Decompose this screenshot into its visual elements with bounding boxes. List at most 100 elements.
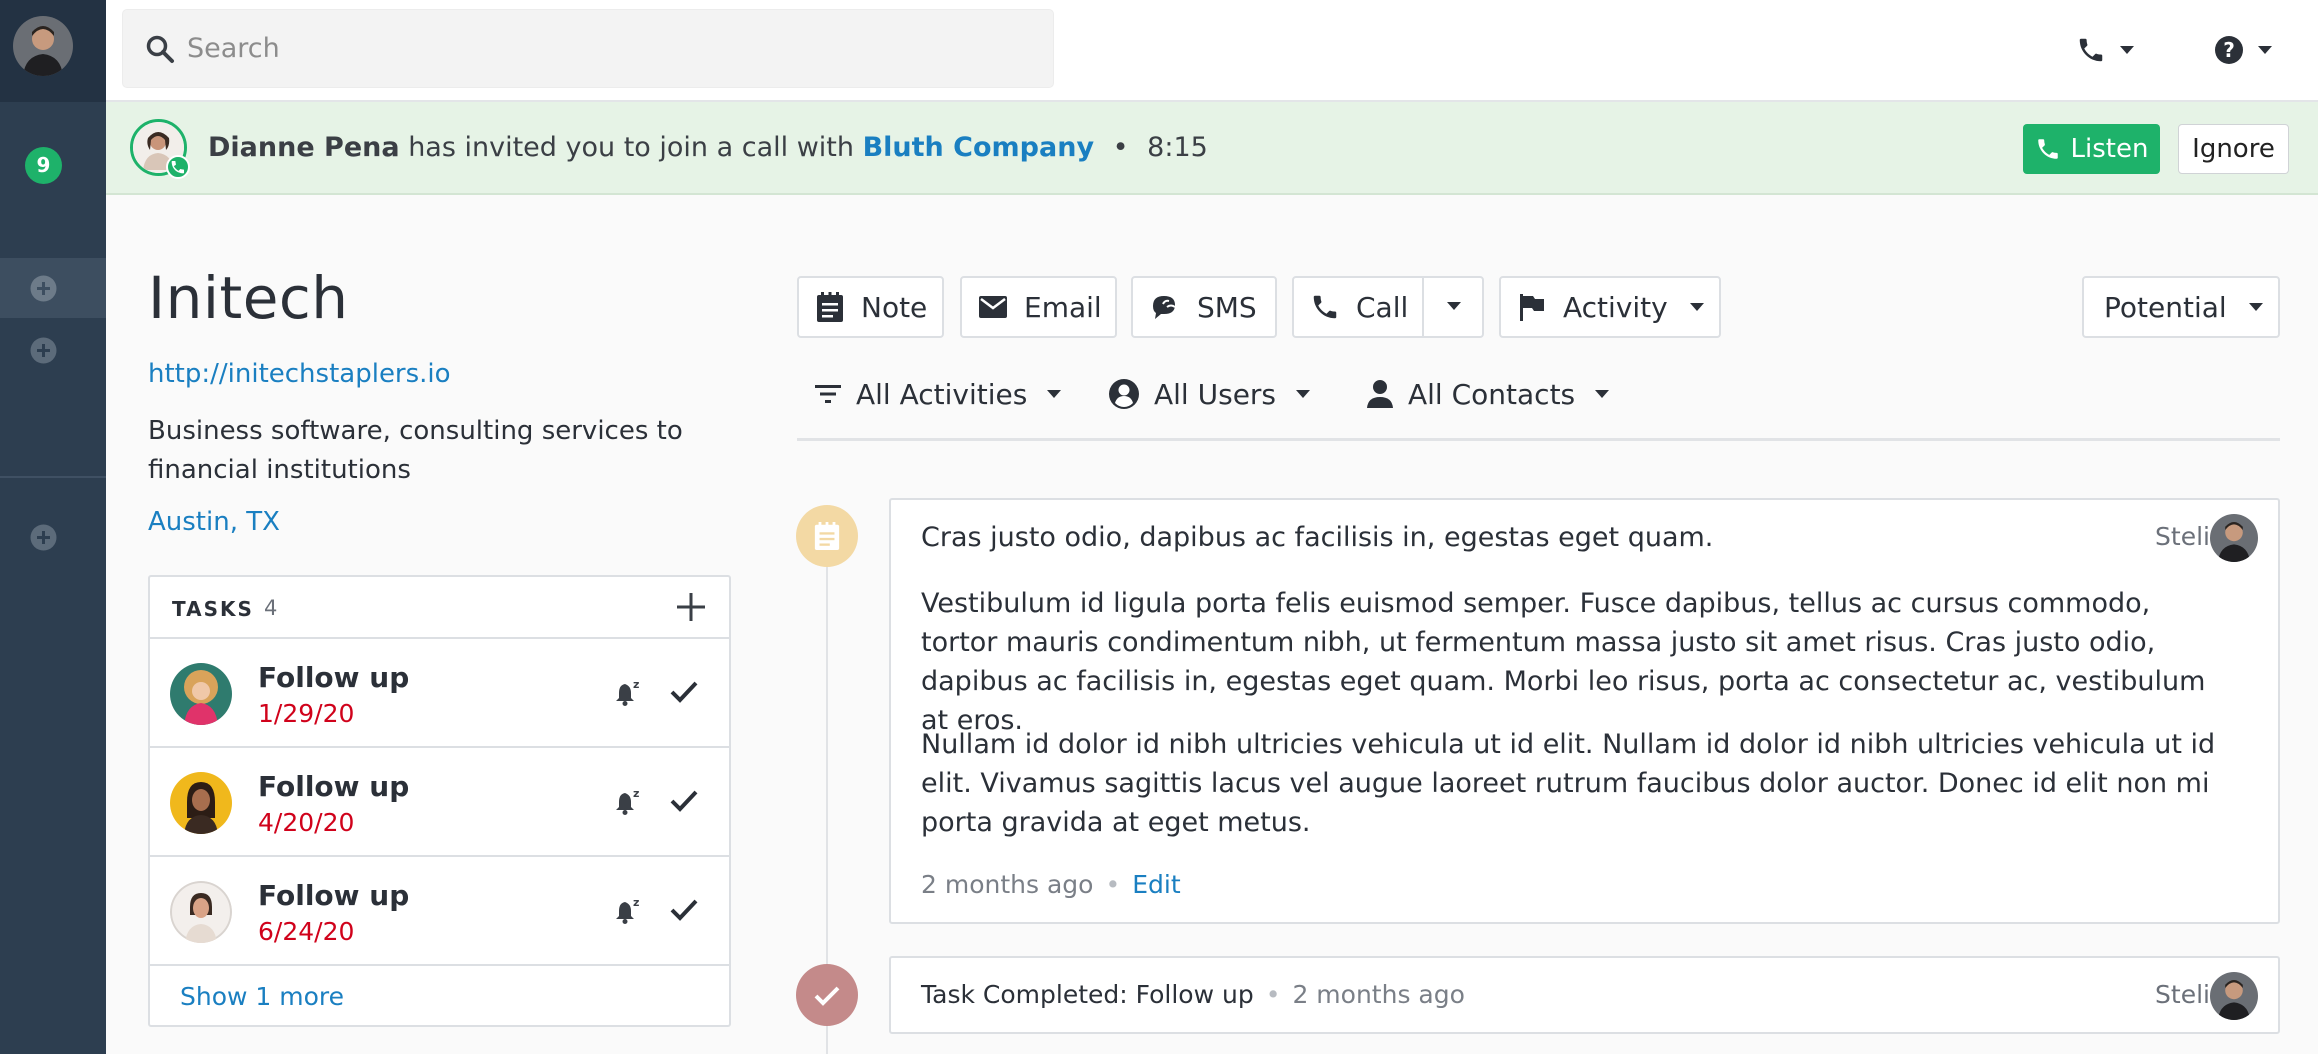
add-circle-icon[interactable] bbox=[29, 336, 58, 365]
task-row[interactable]: Follow up 6/24/20 z bbox=[150, 857, 729, 966]
task-completed-time: 2 months ago bbox=[1292, 980, 1465, 1009]
task-completed-card[interactable]: Task Completed: Follow up • 2 months ago S… bbox=[889, 956, 2280, 1034]
note-title: Cras justo odio, dapibus ac facilisis in… bbox=[921, 522, 1714, 553]
caller-name[interactable]: Dianne Pena bbox=[208, 132, 400, 163]
phone-icon bbox=[1313, 295, 1337, 319]
separator-dot: • bbox=[1112, 132, 1129, 163]
timeline-task-marker bbox=[796, 964, 858, 1026]
snooze-bell-icon[interactable]: z bbox=[612, 895, 642, 925]
chevron-down-icon bbox=[1296, 390, 1311, 398]
chevron-down-icon[interactable] bbox=[1447, 302, 1461, 310]
chevron-down-icon bbox=[2258, 46, 2272, 54]
task-row[interactable]: Follow up 1/29/20 z bbox=[150, 639, 729, 748]
flag-icon bbox=[1520, 294, 1544, 321]
listen-label: Listen bbox=[2070, 134, 2149, 164]
task-title[interactable]: Follow up bbox=[258, 661, 409, 694]
lead-url-link[interactable]: http://initechstaplers.io bbox=[148, 359, 451, 389]
task-due-date: 1/29/20 bbox=[258, 699, 355, 728]
note-button[interactable]: Note bbox=[797, 276, 944, 338]
timeline-note-marker bbox=[796, 505, 858, 567]
note-icon bbox=[817, 292, 843, 322]
task-title[interactable]: Follow up bbox=[258, 879, 409, 912]
call-duration: 8:15 bbox=[1147, 132, 1208, 163]
phone-icon bbox=[2037, 139, 2058, 159]
note-body-paragraph: Nullam id dolor id nibh ultricies vehicu… bbox=[921, 729, 2216, 838]
task-author: Steli bbox=[2155, 980, 2210, 1009]
lead-description: Business software, consulting services t… bbox=[148, 416, 683, 485]
edit-note-link[interactable]: Edit bbox=[1132, 870, 1180, 899]
status-label: Potential bbox=[2104, 290, 2227, 324]
sidebar-header bbox=[0, 0, 106, 102]
users-filter[interactable]: All Users bbox=[1108, 372, 1311, 416]
listen-button[interactable]: Listen bbox=[2023, 124, 2160, 174]
note-author: Steli bbox=[2155, 522, 2210, 551]
svg-text:z: z bbox=[633, 787, 639, 800]
company-link[interactable]: Bluth Company bbox=[863, 132, 1094, 163]
add-circle-icon[interactable] bbox=[29, 274, 58, 303]
person-icon bbox=[1367, 380, 1393, 408]
separator-dot: • bbox=[1265, 980, 1281, 1009]
task-completed-label: Task Completed: Follow up bbox=[921, 980, 1254, 1009]
filter-icon bbox=[815, 385, 841, 403]
users-filter-label: All Users bbox=[1154, 377, 1277, 411]
sidebar: 9 bbox=[0, 0, 106, 1054]
activity-button[interactable]: Activity bbox=[1499, 276, 1721, 338]
activity-label: Activity bbox=[1563, 290, 1668, 324]
task-row[interactable]: Follow up 4/20/20 z bbox=[150, 748, 729, 857]
sms-button[interactable]: SMS bbox=[1131, 276, 1277, 338]
plus-icon bbox=[677, 593, 705, 621]
chevron-down-icon bbox=[1595, 390, 1610, 398]
contacts-filter[interactable]: All Contacts bbox=[1366, 372, 1610, 416]
task-assignee-avatar bbox=[170, 663, 232, 725]
note-icon bbox=[814, 522, 840, 550]
snooze-bell-icon[interactable]: z bbox=[612, 786, 642, 816]
phone-menu-button[interactable] bbox=[2076, 28, 2134, 72]
search-box bbox=[122, 9, 1054, 88]
chevron-down-icon bbox=[1047, 390, 1062, 398]
phone-status-icon bbox=[166, 155, 190, 179]
add-task-button[interactable] bbox=[675, 591, 707, 623]
call-button[interactable]: Call bbox=[1292, 276, 1484, 338]
chevron-down-icon bbox=[1689, 303, 1704, 311]
complete-check-icon[interactable] bbox=[670, 788, 698, 812]
note-meta: 2 months ago • Edit bbox=[921, 870, 1181, 899]
help-menu-button[interactable]: ? bbox=[2214, 28, 2272, 72]
sms-icon bbox=[1153, 296, 1176, 319]
complete-check-icon[interactable] bbox=[670, 679, 698, 703]
task-title[interactable]: Follow up bbox=[258, 770, 409, 803]
tasks-panel: TASKS 4 Follow up 1/29/20 z Follow up 4/… bbox=[148, 575, 731, 1027]
filter-divider bbox=[797, 438, 2280, 441]
call-invite-message: Dianne Pena has invited you to join a ca… bbox=[208, 130, 1208, 166]
task-due-date: 4/20/20 bbox=[258, 808, 355, 837]
activities-filter-label: All Activities bbox=[856, 377, 1028, 411]
search-input[interactable] bbox=[187, 10, 1027, 87]
email-icon bbox=[979, 296, 1007, 318]
note-time: 2 months ago bbox=[921, 870, 1094, 899]
user-avatar[interactable] bbox=[13, 16, 73, 76]
lead-location-link[interactable]: Austin, TX bbox=[148, 507, 280, 537]
note-activity-card[interactable]: Cras justo odio, dapibus ac facilisis in… bbox=[889, 498, 2280, 924]
tasks-count: 4 bbox=[264, 596, 278, 620]
call-label: Call bbox=[1356, 290, 1409, 324]
activities-filter[interactable]: All Activities bbox=[814, 372, 1062, 416]
caller-avatar bbox=[130, 119, 190, 179]
complete-check-icon[interactable] bbox=[670, 897, 698, 921]
email-label: Email bbox=[1024, 290, 1102, 324]
sms-label: SMS bbox=[1197, 290, 1257, 324]
add-circle-icon[interactable] bbox=[29, 523, 58, 552]
notification-badge[interactable]: 9 bbox=[25, 147, 62, 184]
ignore-button[interactable]: Ignore bbox=[2178, 124, 2289, 174]
task-completed-text: Task Completed: Follow up • 2 months ago bbox=[921, 980, 1465, 1009]
search-icon bbox=[146, 35, 174, 63]
tasks-header: TASKS 4 bbox=[150, 577, 729, 639]
task-due-date: 6/24/20 bbox=[258, 917, 355, 946]
top-bar: ? bbox=[106, 0, 2318, 102]
call-split-divider bbox=[1422, 278, 1424, 336]
show-more-tasks-link[interactable]: Show 1 more bbox=[180, 982, 344, 1011]
note-label: Note bbox=[861, 290, 928, 324]
phone-icon bbox=[2079, 38, 2103, 62]
status-dropdown[interactable]: Potential bbox=[2082, 276, 2280, 338]
snooze-bell-icon[interactable]: z bbox=[612, 677, 642, 707]
user-circle-icon bbox=[1109, 379, 1139, 409]
email-button[interactable]: Email bbox=[960, 276, 1117, 338]
